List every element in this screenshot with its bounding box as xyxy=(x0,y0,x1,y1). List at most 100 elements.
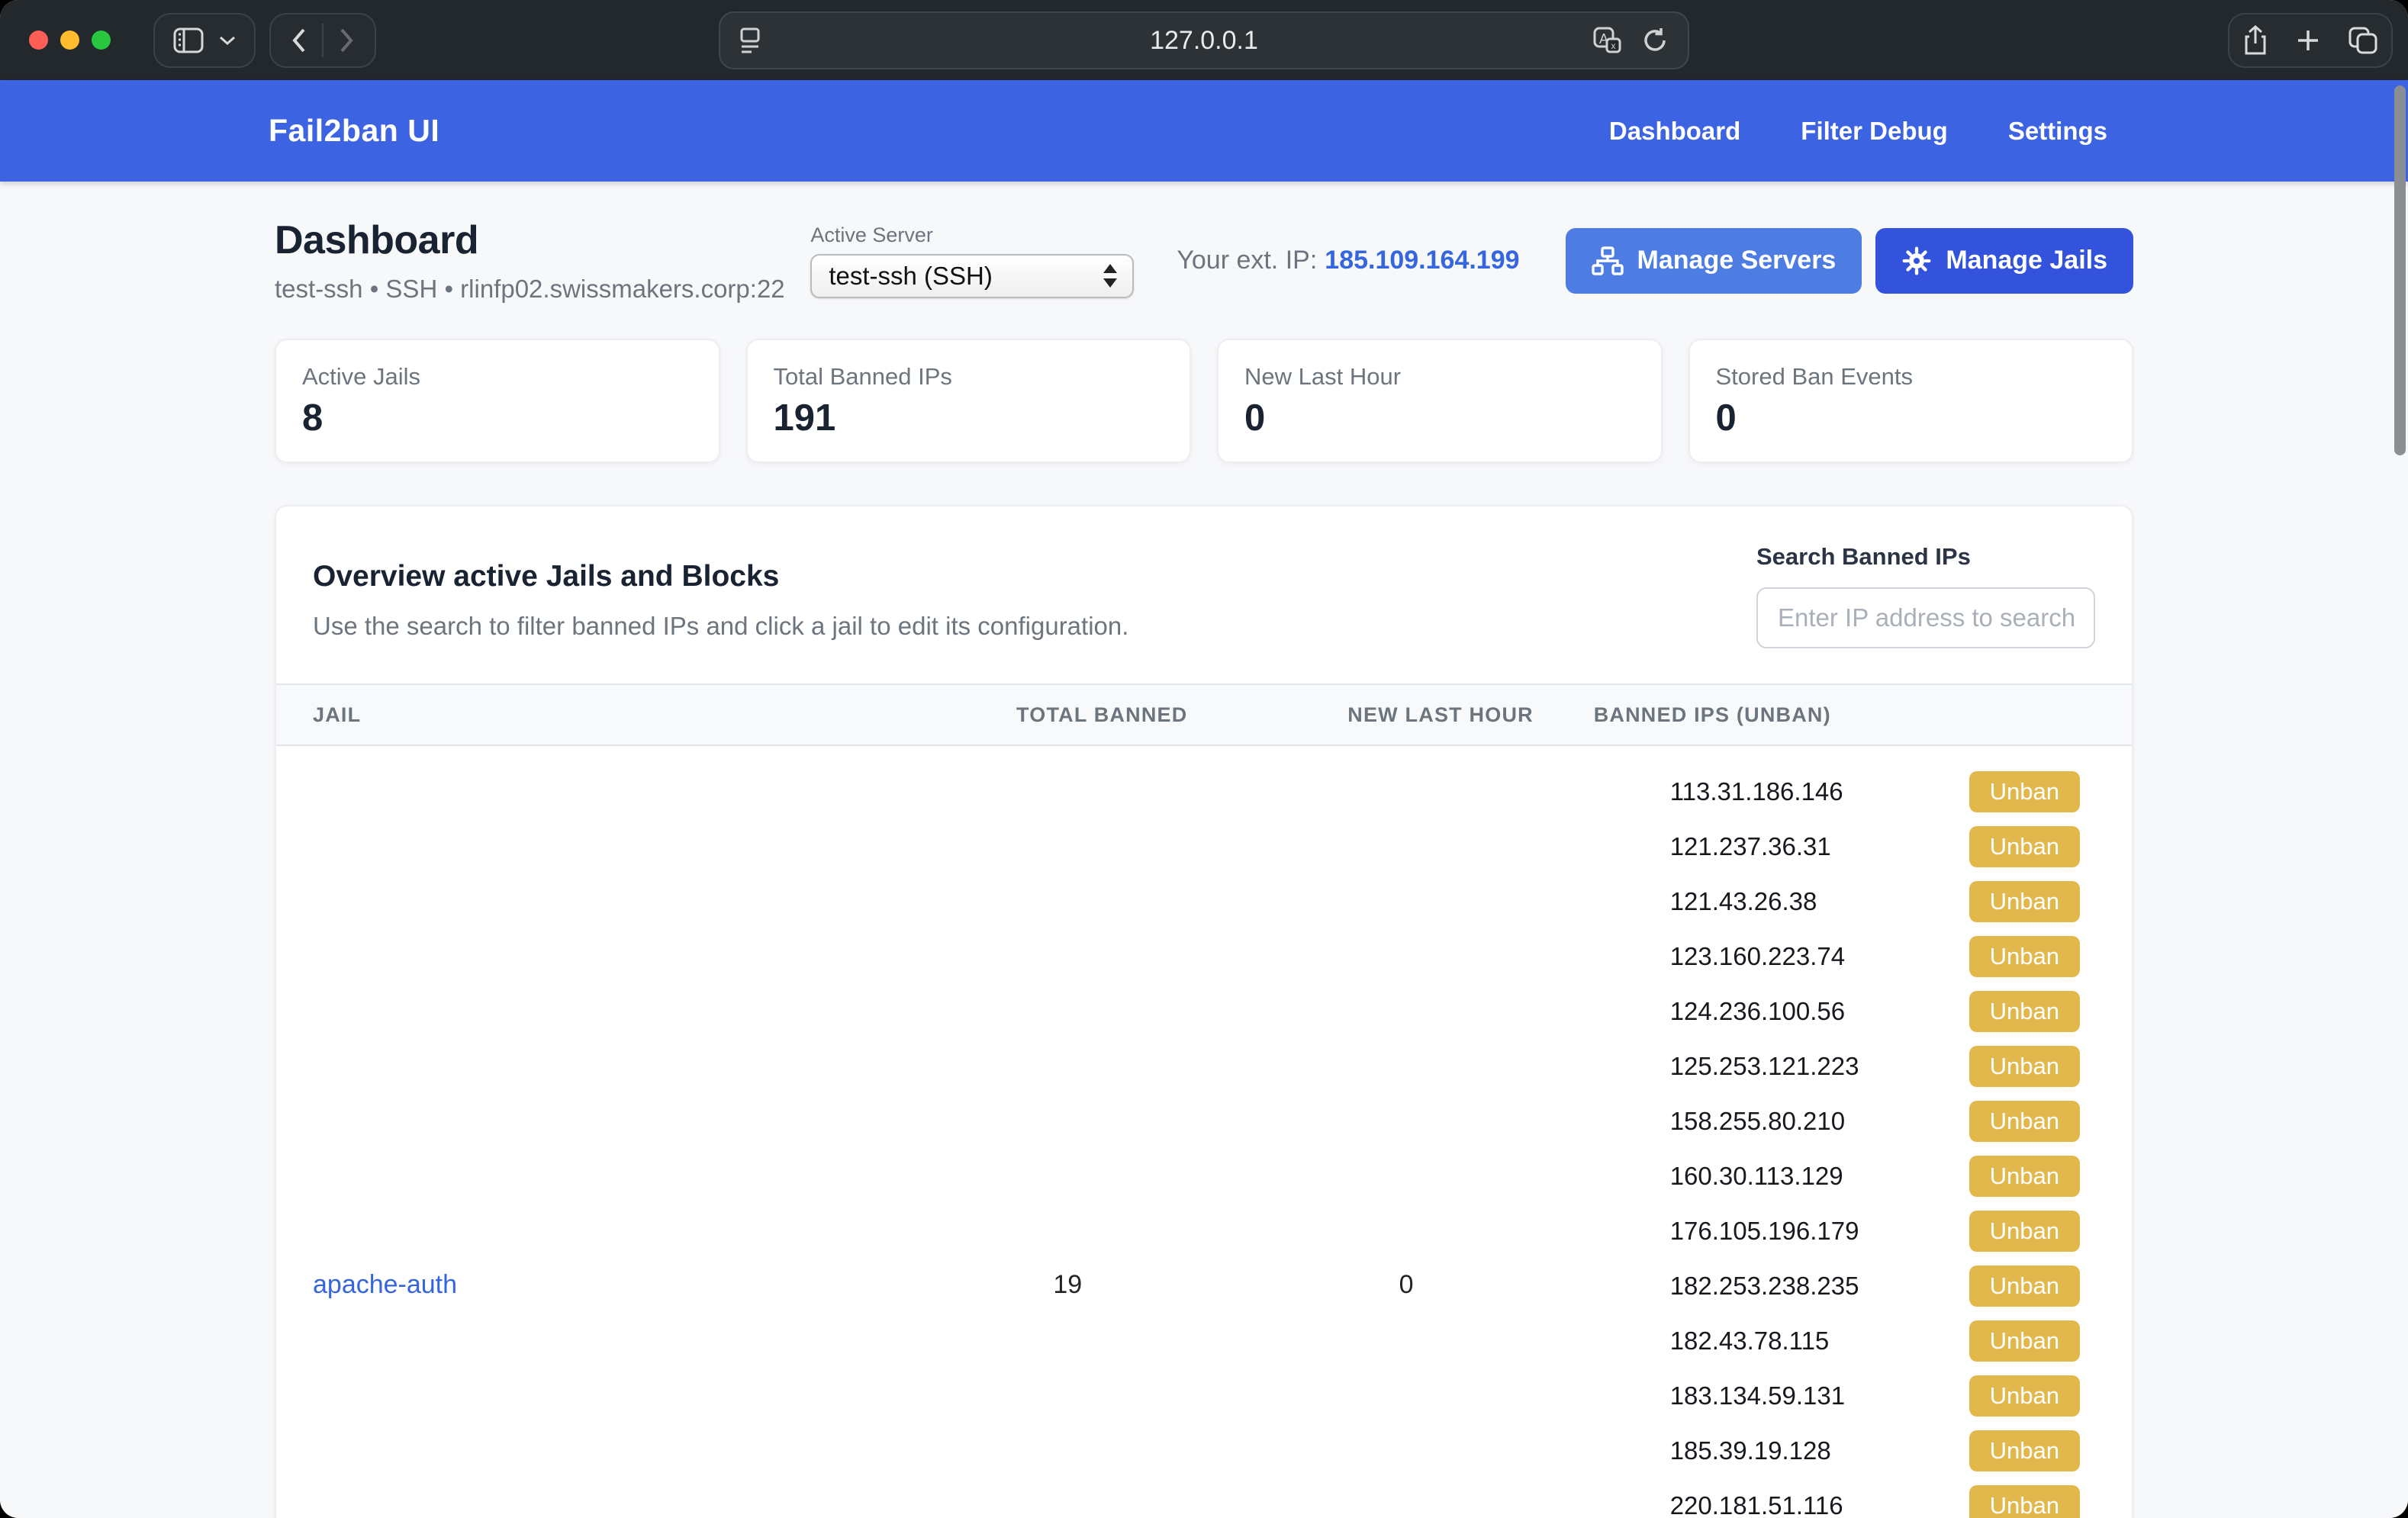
banned-ip: 121.237.36.31 xyxy=(1670,832,1831,861)
active-server-select[interactable]: test-ssh (SSH) xyxy=(810,254,1134,298)
translate-icon[interactable]: A x xyxy=(1592,25,1622,56)
column-header-jail: Jail xyxy=(276,684,916,745)
total-banned-value: 19 xyxy=(916,745,1287,1518)
unban-button[interactable]: Unban xyxy=(1969,826,2080,867)
browser-actions-group xyxy=(2228,13,2393,68)
search-banned-ips-group: Search Banned IPs xyxy=(1756,543,2095,648)
banned-ip: 160.30.113.129 xyxy=(1670,1162,1843,1191)
active-server-label: Active Server xyxy=(810,224,1134,247)
page-subtitle: test-ssh • SSH • rlinfp02.swissmakers.co… xyxy=(275,275,785,304)
banned-ip: 125.253.121.223 xyxy=(1670,1052,1859,1081)
overview-panel: Overview active Jails and Blocks Use the… xyxy=(275,505,2133,1518)
reload-icon[interactable] xyxy=(1640,26,1669,55)
sidebar-toggle-button[interactable] xyxy=(153,13,256,68)
banned-ip: 182.43.78.115 xyxy=(1670,1327,1830,1356)
close-window-button[interactable] xyxy=(29,31,48,50)
banned-ip-row: 182.43.78.115 Unban xyxy=(1670,1314,2132,1368)
page-content: Dashboard test-ssh • SSH • rlinfp02.swis… xyxy=(0,182,2408,1518)
banned-ip-row: 182.253.238.235 Unban xyxy=(1670,1259,2132,1314)
banned-ip-row: 125.253.121.223 Unban xyxy=(1670,1039,2132,1094)
browser-window: 127.0.0.1 A x xyxy=(0,0,2408,1518)
nav-links: Dashboard Filter Debug Settings xyxy=(1609,117,2107,146)
manage-servers-label: Manage Servers xyxy=(1637,246,1837,275)
vertical-scrollbar-thumb[interactable] xyxy=(2394,85,2406,455)
unban-button[interactable]: Unban xyxy=(1969,1266,2080,1307)
share-icon[interactable] xyxy=(2242,25,2268,56)
banned-ip-row: 121.43.26.38 Unban xyxy=(1670,874,2132,929)
manage-jails-button[interactable]: Manage Jails xyxy=(1875,228,2133,294)
nav-link-dashboard[interactable]: Dashboard xyxy=(1609,117,1740,146)
banned-ip: 176.105.196.179 xyxy=(1670,1217,1859,1246)
banned-ip-row: 176.105.196.179 Unban xyxy=(1670,1204,2132,1259)
unban-button[interactable]: Unban xyxy=(1969,1485,2080,1518)
dashboard-header: Dashboard test-ssh • SSH • rlinfp02.swis… xyxy=(275,217,2133,304)
stat-card-stored-ban-events: Stored Ban Events 0 xyxy=(1688,339,2134,463)
sidebar-icon xyxy=(173,27,204,53)
stat-label: Total Banned IPs xyxy=(774,363,1164,391)
back-icon[interactable] xyxy=(291,28,307,53)
unban-button[interactable]: Unban xyxy=(1969,1211,2080,1252)
stat-card-active-jails: Active Jails 8 xyxy=(275,339,720,463)
manage-servers-button[interactable]: Manage Servers xyxy=(1566,228,1862,294)
browser-toolbar: 127.0.0.1 A x xyxy=(0,0,2408,80)
page-settings-icon[interactable] xyxy=(739,26,761,55)
unban-button[interactable]: Unban xyxy=(1969,1046,2080,1087)
select-stepper-icon xyxy=(1103,264,1117,288)
svg-text:x: x xyxy=(1611,40,1616,51)
search-banned-ips-input[interactable] xyxy=(1756,587,2095,648)
unban-button[interactable]: Unban xyxy=(1969,881,2080,922)
overview-title: Overview active Jails and Blocks xyxy=(313,560,1128,593)
search-banned-ips-label: Search Banned IPs xyxy=(1756,543,2095,571)
banned-ip-row: 220.181.51.116 Unban xyxy=(1670,1478,2132,1518)
zoom-window-button[interactable] xyxy=(92,31,111,50)
unban-button[interactable]: Unban xyxy=(1969,1101,2080,1142)
stat-card-new-last-hour: New Last Hour 0 xyxy=(1217,339,1663,463)
banned-ip: 185.39.19.128 xyxy=(1670,1436,1831,1465)
external-ip-value: 185.109.164.199 xyxy=(1325,246,1519,275)
banned-ip: 123.160.223.74 xyxy=(1670,942,1845,971)
banned-ip-row: 121.237.36.31 Unban xyxy=(1670,819,2132,874)
nav-link-filter-debug[interactable]: Filter Debug xyxy=(1801,117,1948,146)
tab-overview-icon[interactable] xyxy=(2348,26,2378,55)
stat-value: 8 xyxy=(302,397,693,439)
stat-cards: Active Jails 8 Total Banned IPs 191 New … xyxy=(275,339,2133,463)
unban-button[interactable]: Unban xyxy=(1969,1320,2080,1362)
unban-button[interactable]: Unban xyxy=(1969,991,2080,1032)
minimize-window-button[interactable] xyxy=(60,31,79,50)
page-title: Dashboard xyxy=(275,217,785,263)
app-navbar: Fail2ban UI Dashboard Filter Debug Setti… xyxy=(0,80,2408,182)
stat-label: Stored Ban Events xyxy=(1716,363,2107,391)
unban-button[interactable]: Unban xyxy=(1969,771,2080,812)
unban-button[interactable]: Unban xyxy=(1969,936,2080,977)
unban-button[interactable]: Unban xyxy=(1969,1375,2080,1417)
table-header-row: Jail Total Banned New Last Hour Banned I… xyxy=(276,684,2132,745)
column-header-total-banned: Total Banned xyxy=(916,684,1287,745)
overview-description: Use the search to filter banned IPs and … xyxy=(313,612,1128,641)
stat-value: 0 xyxy=(1716,397,2107,439)
toolbar-divider xyxy=(322,24,324,57)
jails-table: Jail Total Banned New Last Hour Banned I… xyxy=(276,683,2132,1518)
banned-ip: 121.43.26.38 xyxy=(1670,887,1817,916)
banned-ip: 158.255.80.210 xyxy=(1670,1107,1845,1136)
unban-button[interactable]: Unban xyxy=(1969,1430,2080,1471)
banned-ip-row: 113.31.186.146 Unban xyxy=(1670,764,2132,819)
gear-icon xyxy=(1901,246,1932,276)
unban-button[interactable]: Unban xyxy=(1969,1156,2080,1197)
manage-jails-label: Manage Jails xyxy=(1946,246,2107,275)
nav-link-settings[interactable]: Settings xyxy=(2008,117,2107,146)
address-bar[interactable]: 127.0.0.1 A x xyxy=(719,11,1689,69)
stat-label: New Last Hour xyxy=(1244,363,1635,391)
banned-ip-row: 158.255.80.210 Unban xyxy=(1670,1094,2132,1149)
column-header-banned-ips: Banned IPs (Unban) xyxy=(1594,684,2132,745)
forward-icon[interactable] xyxy=(339,28,354,53)
new-last-hour-value: 0 xyxy=(1287,745,1593,1518)
banned-ip-row: 160.30.113.129 Unban xyxy=(1670,1149,2132,1204)
new-tab-icon[interactable] xyxy=(2295,27,2321,53)
banned-ip-row: 183.134.59.131 Unban xyxy=(1670,1368,2132,1423)
jail-link-apache-auth[interactable]: apache-auth xyxy=(313,1270,457,1299)
banned-ip-row: 124.236.100.56 Unban xyxy=(1670,984,2132,1039)
chevron-down-icon xyxy=(219,35,236,46)
sitemap-icon xyxy=(1592,246,1624,275)
stat-card-total-banned: Total Banned IPs 191 xyxy=(746,339,1192,463)
external-ip-label: Your ext. IP: xyxy=(1177,246,1317,275)
